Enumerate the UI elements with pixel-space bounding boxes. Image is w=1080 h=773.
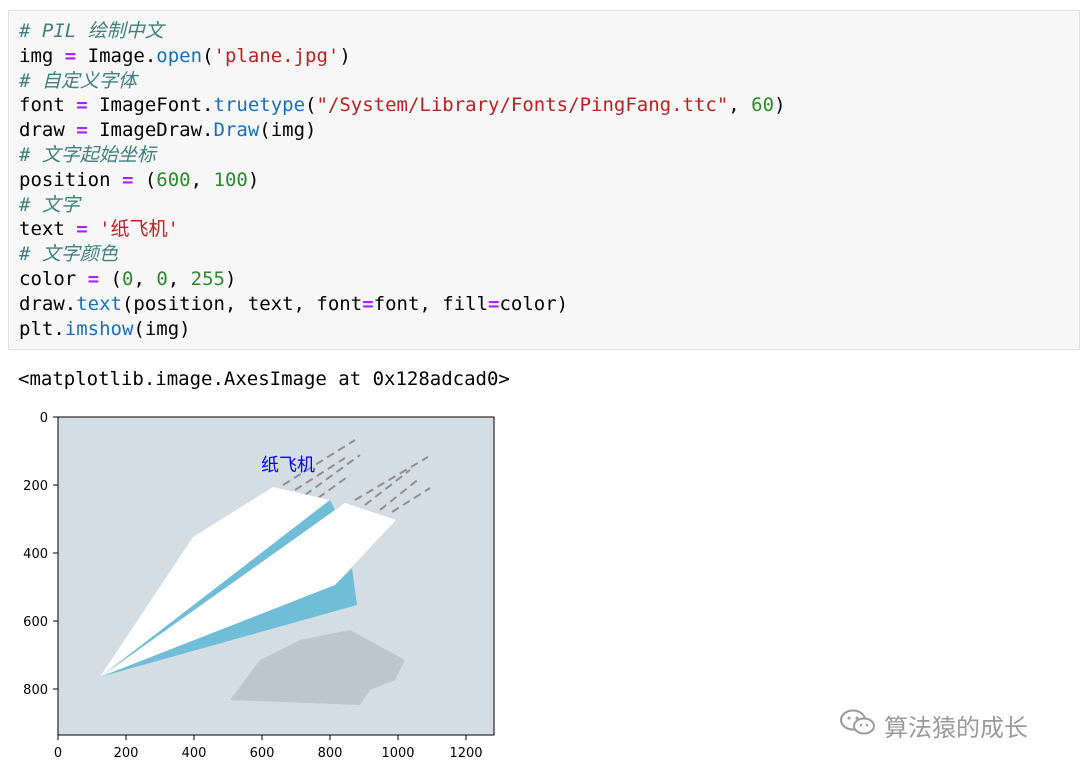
code-token: = [76,218,88,241]
y-tick-label: 200 [23,479,48,494]
code-token: # 文字颜色 [19,243,118,266]
x-tick-label: 800 [318,746,343,761]
code-line: # 自定义字体 [19,69,137,94]
code-token: (img) [133,317,191,340]
code-token: = [76,119,88,142]
code-token: color) [499,292,569,315]
x-tick-label: 200 [114,746,139,761]
code-token: , [190,168,214,191]
x-tick-label: 1000 [381,746,414,761]
code-token: ) [339,44,351,67]
y-tick-label: 600 [23,615,48,630]
code-line: draw.text(position, text, font=font, fil… [19,292,568,317]
x-tick-label: 0 [54,746,62,761]
code-line: plt.imshow(img) [19,317,191,342]
code-line: font = ImageFont.truetype("/System/Libra… [19,93,786,118]
code-token: '纸飞机' [99,218,179,241]
code-token: 600 [156,168,191,191]
code-token: = [121,168,134,191]
code-token: font, fill [373,292,489,315]
code-token: truetype [213,94,306,117]
code-token: # 文字起始坐标 [19,144,156,166]
code-token: open [156,44,203,67]
code-token: , [167,268,191,290]
watermark: 算法猿的成长 [838,708,1028,742]
code-token: ( [133,168,157,191]
code-token: ) [774,94,786,117]
code-token: 0 [156,268,168,290]
code-token: Draw [213,119,260,142]
watermark-text: 算法猿的成长 [884,713,1028,742]
code-token: ( [305,94,317,117]
y-tick-label: 800 [23,683,48,698]
y-axis: 0 200 400 600 800 [23,411,58,698]
code-token: text [19,218,77,241]
code-token: img [19,44,65,67]
code-line: position = (600, 100) [19,168,259,193]
code-line: color = (0, 0, 255) [19,267,236,292]
code-token: = [64,44,77,67]
code-token: (position, text, font [121,292,363,315]
code-token: = [76,94,88,117]
y-tick-label: 400 [23,547,48,562]
code-token: "/System/Library/Fonts/PingFang.ttc" [316,94,729,117]
code-token: 'plane.jpg' [213,44,340,67]
code-token: (img) [259,119,317,142]
code-cell[interactable]: # PIL 绘制中文 img = Image.open('plane.jpg') #… [8,10,1080,350]
code-line: draw = ImageDraw.Draw(img) [19,118,316,143]
code-token: # PIL 绘制中文 [19,20,164,42]
code-token: # 自定义字体 [19,69,137,92]
x-axis: 0 200 400 600 800 1000 1200 [54,735,483,761]
code-token: , [728,94,752,117]
code-line: # 文字颜色 [19,242,118,267]
code-token: ImageFont. [87,94,214,117]
x-tick-label: 600 [250,746,275,761]
code-token: text [76,292,122,315]
code-line: # 文字起始坐标 [19,143,156,168]
code-token: draw. [19,292,77,315]
code-token: ( [99,268,122,290]
code-token: draw [19,119,77,142]
code-token: = [488,292,500,315]
code-token: ImageDraw. [87,119,214,142]
code-line: # PIL 绘制中文 [19,19,164,44]
code-token: imshow [64,317,134,340]
code-token: 0 [121,268,134,290]
code-token: color [19,268,88,290]
code-token: 60 [751,94,775,117]
code-line: img = Image.open('plane.jpg') [19,44,351,69]
wechat-icon [838,707,878,743]
code-token: # 文字 [19,193,80,216]
code-line: # 文字 [19,193,80,218]
x-tick-label: 1200 [449,746,482,761]
code-token: 100 [213,168,248,191]
code-token: 255 [190,268,225,290]
code-token: = [362,292,374,315]
code-token: ) [225,268,237,290]
code-token: , [133,268,157,290]
imshow-plot: 纸飞机 0 200 400 600 800 0 200 400 600 800 … [23,411,495,761]
image-drawn-text: 纸飞机 [261,455,315,476]
code-token: ) [247,168,260,191]
code-token: ( [202,44,214,67]
cell-output-text: <matplotlib.image.AxesImage at 0x128adca… [18,368,510,390]
code-token: Image. [76,44,157,67]
code-token: font [19,94,77,117]
code-line: text = '纸飞机' [19,217,179,242]
x-tick-label: 400 [182,746,207,761]
code-token: = [87,268,100,290]
y-tick-label: 0 [40,411,48,426]
code-token: plt. [19,317,65,340]
code-token: position [19,168,122,191]
